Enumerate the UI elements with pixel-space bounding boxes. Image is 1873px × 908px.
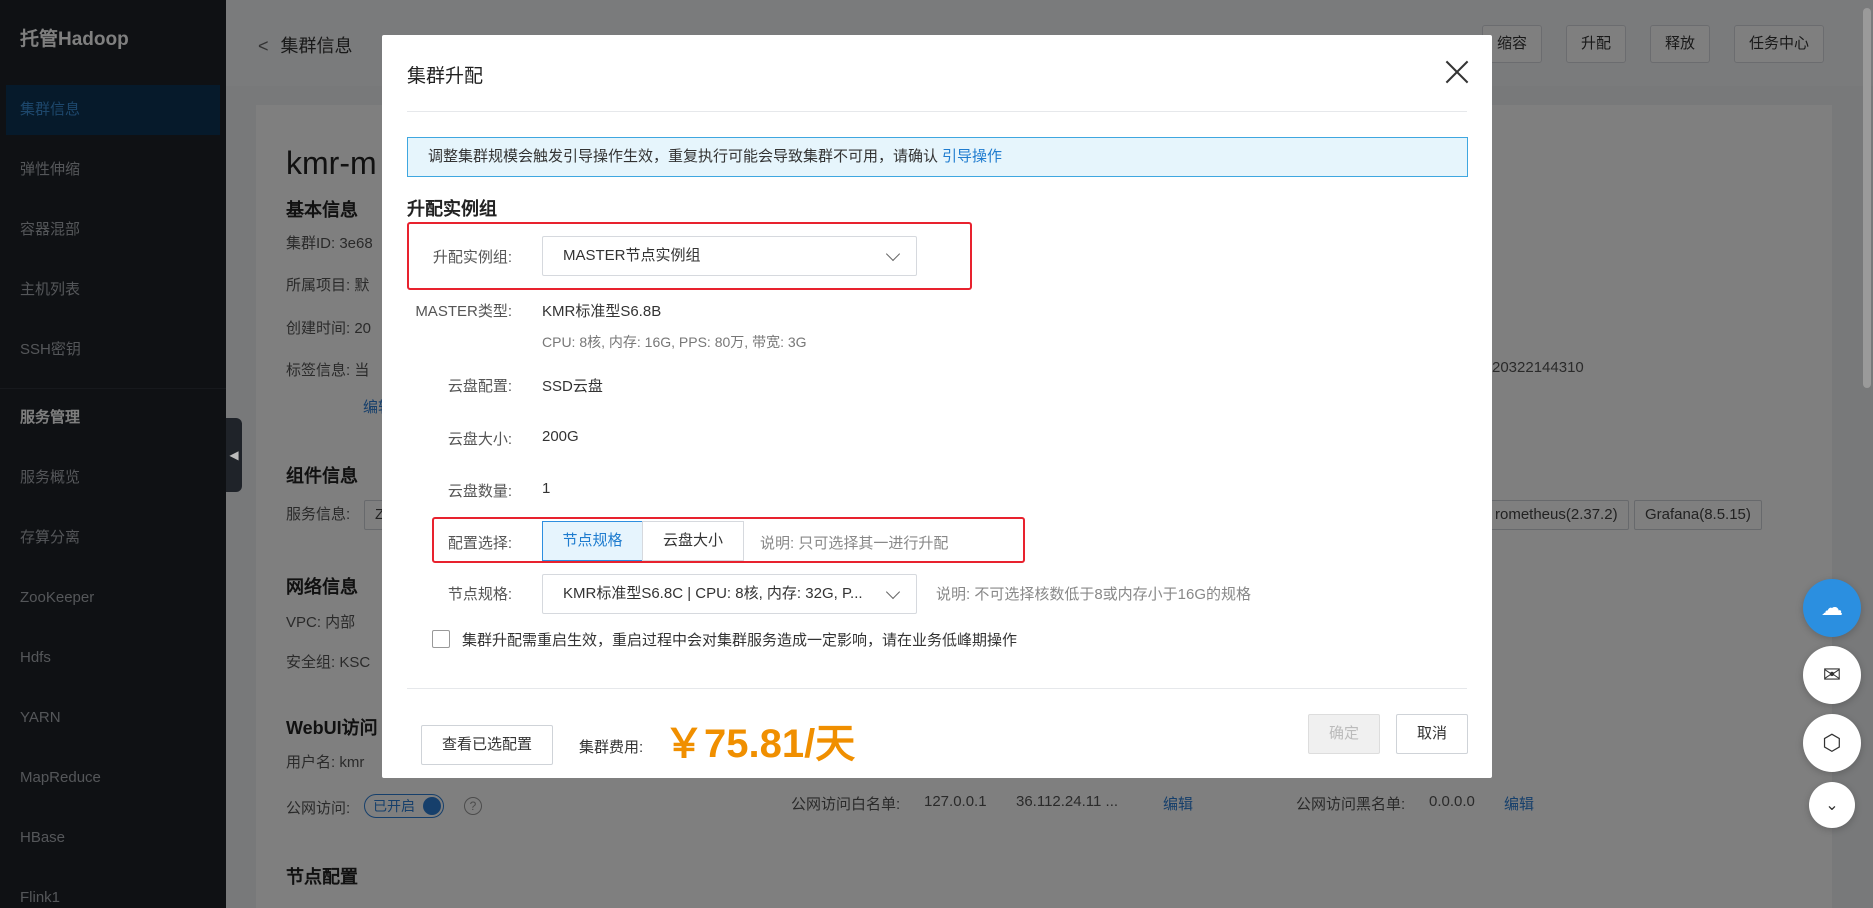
view-selected-config-button[interactable]: 查看已选配置 xyxy=(421,725,553,765)
section-title: 升配实例组 xyxy=(407,199,497,219)
info-notice: 调整集群规模会触发引导操作生效，重复执行可能会导致集群不可用，请确认 引导操作 xyxy=(407,137,1468,177)
dialog-title: 集群升配 xyxy=(407,66,484,87)
bootstrap-action-link[interactable]: 引导操作 xyxy=(942,148,1002,165)
restart-confirm-checkbox[interactable] xyxy=(432,630,450,648)
disk-config-label: 云盘配置: xyxy=(447,378,512,395)
fee-value: ￥75.81/天 xyxy=(664,722,856,766)
confirm-button[interactable]: 确定 xyxy=(1308,714,1380,754)
select-value: MASTER节点实例组 xyxy=(563,247,701,264)
disk-config-value: SSD云盘 xyxy=(542,378,603,395)
footer-divider xyxy=(407,688,1467,689)
instance-group-select[interactable]: MASTER节点实例组 xyxy=(542,236,917,276)
support-fab[interactable]: ☁ xyxy=(1803,579,1861,637)
master-type-value: KMR标准型S6.8B xyxy=(542,303,662,320)
chevron-left-icon: ◀ xyxy=(229,448,239,462)
header-divider xyxy=(407,111,1467,112)
sidebar-collapse-handle[interactable]: ◀ xyxy=(226,418,242,492)
config-choice-label: 配置选择: xyxy=(447,535,512,552)
cancel-button[interactable]: 取消 xyxy=(1396,714,1468,754)
fee-label: 集群费用: xyxy=(579,739,644,756)
disk-count-label: 云盘数量: xyxy=(447,483,512,500)
master-type-spec: CPU: 8核, 内存: 16G, PPS: 80万, 带宽: 3G xyxy=(542,334,807,350)
page-scrollbar[interactable] xyxy=(1861,0,1871,908)
node-spec-select[interactable]: KMR标准型S6.8C | CPU: 8核, 内存: 32G, P... xyxy=(542,574,917,614)
cloud-service-icon: ☁ xyxy=(1821,595,1843,620)
select-value: KMR标准型S6.8C | CPU: 8核, 内存: 32G, P... xyxy=(563,585,863,602)
disk-size-label: 云盘大小: xyxy=(447,431,512,448)
disk-count-value: 1 xyxy=(542,480,551,497)
disk-size-value: 200G xyxy=(542,428,579,445)
scroll-down-fab[interactable]: ⌄ xyxy=(1809,782,1855,828)
restart-notice: 集群升配需重启生效，重启过程中会对集群服务造成一定影响，请在业务低峰期操作 xyxy=(462,632,1018,649)
package-fab[interactable]: ⬡ xyxy=(1803,714,1861,772)
option-disk-size[interactable]: 云盘大小 xyxy=(642,521,744,561)
node-spec-hint: 说明: 不可选择核数低于8或内存小于16G的规格 xyxy=(936,586,1252,603)
message-fab[interactable]: ✉ xyxy=(1803,646,1861,704)
box-icon: ⬡ xyxy=(1822,730,1842,755)
master-type-label: MASTER类型: xyxy=(415,303,512,320)
inbox-icon: ✉ xyxy=(1822,662,1842,687)
node-spec-label: 节点规格: xyxy=(447,586,512,603)
chevron-down-icon xyxy=(885,584,901,600)
chevron-down-icon: ⌄ xyxy=(1825,797,1839,814)
notice-text: 调整集群规模会触发引导操作生效，重复执行可能会导致集群不可用，请确认 xyxy=(428,148,939,165)
chevron-down-icon xyxy=(885,246,901,262)
close-icon[interactable] xyxy=(1444,59,1470,85)
config-choice-hint: 说明: 只可选择其一进行升配 xyxy=(760,535,949,552)
cluster-upgrade-dialog: 集群升配 调整集群规模会触发引导操作生效，重复执行可能会导致集群不可用，请确认引… xyxy=(382,35,1492,778)
instance-group-label: 升配实例组: xyxy=(432,249,512,266)
option-node-spec[interactable]: 节点规格 xyxy=(542,521,643,561)
scrollbar-thumb[interactable] xyxy=(1863,8,1871,388)
